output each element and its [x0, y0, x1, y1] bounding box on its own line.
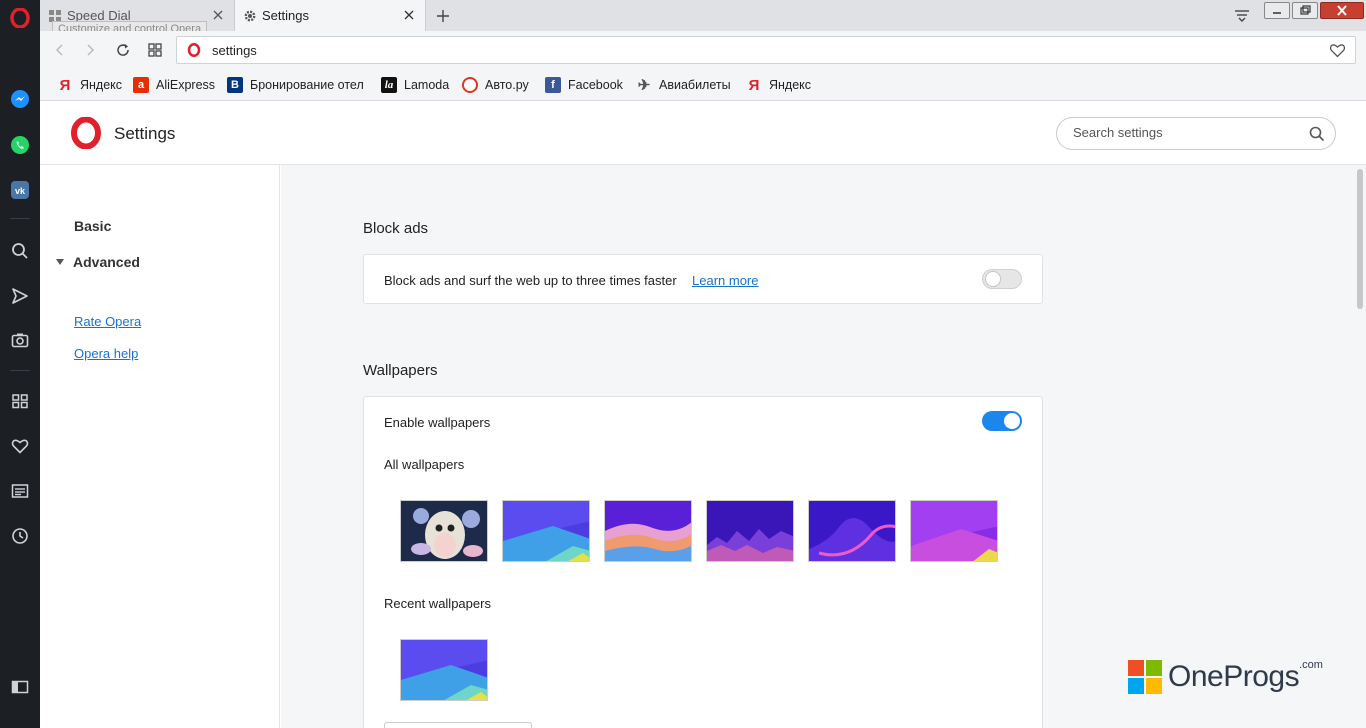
close-tab-icon[interactable] [210, 7, 226, 23]
caret-down-icon[interactable] [55, 258, 65, 266]
tab-settings[interactable]: Settings [234, 0, 426, 31]
bookmark-label: Facebook [568, 78, 623, 92]
forward-button[interactable] [80, 40, 100, 60]
address-toolbar: settings [40, 31, 1366, 69]
reload-button[interactable] [113, 40, 133, 60]
settings-nav: Basic Advanced Rate Opera Opera help [40, 165, 280, 728]
opera-page-icon [187, 43, 201, 57]
recent-wallpaper-thumbnail[interactable] [400, 639, 488, 701]
restore-button[interactable] [1292, 2, 1318, 19]
bookmark-booking[interactable]: B Бронирование отел [227, 76, 365, 94]
search-icon[interactable] [1309, 126, 1325, 142]
address-bar[interactable]: settings [176, 36, 1356, 64]
bookmark-label: Яндекс [769, 78, 812, 92]
autoru-icon [462, 77, 478, 93]
watermark-suffix: .com [1299, 659, 1323, 671]
settings-main: Block ads Block ads and surf the web up … [281, 165, 1355, 728]
sidebar-divider [10, 218, 30, 219]
camera-icon[interactable] [8, 328, 32, 352]
section-title-block-ads: Block ads [363, 220, 429, 237]
close-tab-icon[interactable] [401, 7, 417, 23]
section-title-wallpapers: Wallpapers [363, 362, 438, 379]
bookmark-facebook[interactable]: f Facebook [545, 76, 623, 94]
booking-icon: B [227, 77, 243, 93]
yandex-icon: Я [748, 76, 760, 94]
speed-dial-icon[interactable] [8, 389, 32, 413]
opera-logo-icon [71, 117, 101, 149]
page-title: Settings [114, 124, 176, 143]
oneprogs-watermark: OneProgs .com [1128, 659, 1323, 694]
minimize-button[interactable] [1264, 2, 1290, 19]
opera-help-link[interactable]: Opera help [74, 346, 138, 361]
bookmark-label: Авиабилеты [659, 78, 731, 92]
tab-grid-button[interactable] [145, 40, 165, 60]
wallpapers-card: Enable wallpapers All wallpapers Recent … [363, 396, 1043, 728]
wallpaper-thumbnail[interactable] [502, 500, 590, 562]
send-icon[interactable] [8, 284, 32, 308]
bookmark-label: Авто.ру [485, 78, 529, 92]
learn-more-link[interactable]: Learn more [692, 273, 758, 288]
block-ads-text: Block ads and surf the web up to three t… [384, 273, 677, 288]
tab-menu-icon[interactable] [1232, 6, 1252, 24]
bookmark-label: Бронирование отел [250, 78, 364, 92]
wallpaper-thumbnail[interactable] [400, 500, 488, 562]
whatsapp-icon[interactable] [8, 133, 32, 157]
facebook-icon: f [545, 77, 561, 93]
enable-wallpapers-toggle[interactable] [982, 411, 1022, 431]
search-input[interactable] [1073, 125, 1293, 140]
opera-sidebar: vk [0, 0, 40, 728]
bookmark-aviabilety[interactable]: ✈ Авиабилеты [636, 76, 731, 94]
nav-advanced[interactable]: Advanced [73, 254, 140, 270]
messenger-icon[interactable] [8, 87, 32, 111]
address-text: settings [212, 43, 257, 58]
gear-icon [244, 10, 256, 21]
wallpaper-thumbnail[interactable] [706, 500, 794, 562]
wallpaper-thumbnail[interactable] [604, 500, 692, 562]
bookmark-label: AliExpress [156, 78, 216, 92]
vk-icon[interactable]: vk [8, 178, 32, 202]
block-ads-toggle[interactable] [982, 269, 1022, 289]
bookmark-label: Lamoda [404, 78, 450, 92]
page-scrollbar[interactable] [1355, 165, 1366, 728]
sidebar-divider [10, 370, 30, 371]
watermark-brand: OneProgs [1168, 660, 1300, 693]
all-wallpapers-label: All wallpapers [384, 457, 465, 472]
recent-wallpapers-label: Recent wallpapers [384, 596, 491, 611]
close-window-button[interactable] [1320, 2, 1364, 19]
history-icon[interactable] [8, 524, 32, 548]
news-icon[interactable] [8, 479, 32, 503]
settings-header: Settings [40, 101, 1366, 165]
svg-text:vk: vk [15, 186, 26, 196]
nav-basic[interactable]: Basic [74, 218, 111, 234]
tab-title: Settings [262, 8, 309, 23]
bookmark-aliexpress[interactable]: a AliExpress [133, 76, 215, 94]
tab-strip: Speed Dial Settings Customize and contro… [40, 0, 1366, 37]
scrollbar-thumb[interactable] [1357, 169, 1363, 309]
enable-wallpapers-label: Enable wallpapers [384, 415, 491, 430]
add-wallpaper-button[interactable] [384, 722, 532, 728]
sidebar-toggle-icon[interactable] [8, 675, 32, 699]
bookmark-yandex[interactable]: Я Яндекс [746, 76, 811, 94]
heart-icon[interactable] [8, 434, 32, 458]
opera-menu-icon[interactable] [8, 6, 32, 30]
bookmark-label: Яндекс [80, 78, 123, 92]
new-tab-button[interactable] [434, 7, 452, 25]
bookmark-autoru[interactable]: Авто.ру [462, 76, 529, 94]
bookmark-heart-icon[interactable] [1329, 43, 1346, 58]
plane-icon: ✈ [637, 77, 651, 94]
bookmark-lamoda[interactable]: la Lamoda [381, 76, 449, 94]
yandex-icon: Я [59, 76, 71, 94]
back-button[interactable] [50, 40, 70, 60]
lamoda-icon: la [381, 77, 397, 93]
bookmark-yandex[interactable]: Я Яндекс [57, 76, 122, 94]
settings-search-box[interactable] [1056, 117, 1336, 150]
rate-opera-link[interactable]: Rate Opera [74, 314, 141, 329]
wallpaper-thumbnail[interactable] [910, 500, 998, 562]
aliexpress-icon: a [133, 77, 149, 93]
block-ads-card: Block ads and surf the web up to three t… [363, 254, 1043, 304]
bookmarks-bar: Я Яндекс a AliExpress B Бронирование оте… [40, 69, 1366, 101]
oneprogs-logo-icon [1128, 660, 1162, 694]
wallpaper-thumbnail[interactable] [808, 500, 896, 562]
search-icon[interactable] [8, 239, 32, 263]
